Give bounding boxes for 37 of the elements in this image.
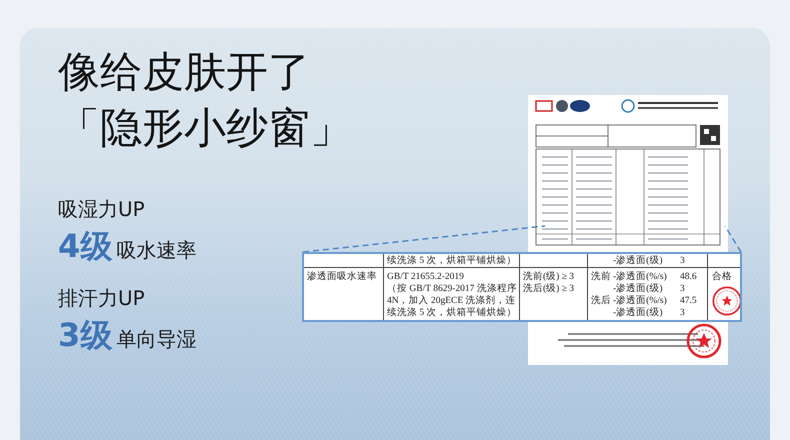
table-cell: 4N，加入 20gECE 洗涤剂，连 <box>387 295 516 307</box>
table-cell-text: 洗前(级) ≥ 3 <box>523 271 576 283</box>
table-cell-text: 洗后 <box>591 295 612 307</box>
table-cell-text: 洗前 <box>591 271 612 283</box>
table-cell: （按 GB/T 8629-2017 洗涤程序 <box>387 283 516 295</box>
table-cell-text: 渗透面吸水速率 <box>307 271 378 283</box>
feature-title: 吸湿力UP <box>58 196 145 223</box>
table-cell-text: GB/T 21655.2-2019 <box>387 271 465 283</box>
headline: 像给皮肤开了 <box>58 46 310 98</box>
leader-line <box>724 226 742 252</box>
table-cell-text: 47.5 <box>680 295 698 307</box>
table-cell-text: -渗透面(级) <box>613 307 664 319</box>
table-cell-text: -渗透面(%/s) <box>613 271 668 283</box>
feature-caption: 吸水速率 <box>116 237 196 264</box>
table-cell-text: 3 <box>680 283 686 295</box>
feature-title: 排汗力UP <box>58 285 145 312</box>
logo-icon <box>621 99 635 113</box>
table-cell: 合格 <box>711 271 733 283</box>
headline: 「隐形小纱窗」 <box>58 102 352 154</box>
table-cell: 续洗涤 5 次，烘箱平铺烘燥） <box>387 255 516 267</box>
table-cell: 续洗涤 5 次，烘箱平铺烘燥） <box>387 307 516 319</box>
table-cell-text: -渗透面(级) <box>613 283 664 295</box>
table-cell-text: 48.6 <box>680 271 698 283</box>
grade-label: 4级 <box>58 226 112 267</box>
logo-icon <box>556 100 568 112</box>
logo-icon <box>570 100 590 112</box>
table-cell-text: -渗透面(级) <box>613 255 664 267</box>
table-cell-text: 3 <box>680 307 686 319</box>
seal-stamp <box>686 324 722 358</box>
seal-stamp <box>712 286 740 316</box>
table-cell-text: 3 <box>680 255 686 267</box>
logo-icon <box>535 100 553 112</box>
qr-code-icon <box>700 125 720 145</box>
grade-label: 3级 <box>58 315 112 356</box>
table-cell-text: -渗透面(%/s) <box>613 295 668 307</box>
feature-caption: 单向导湿 <box>116 326 196 353</box>
table-cell-text: 洗后(级) ≥ 3 <box>523 283 576 295</box>
